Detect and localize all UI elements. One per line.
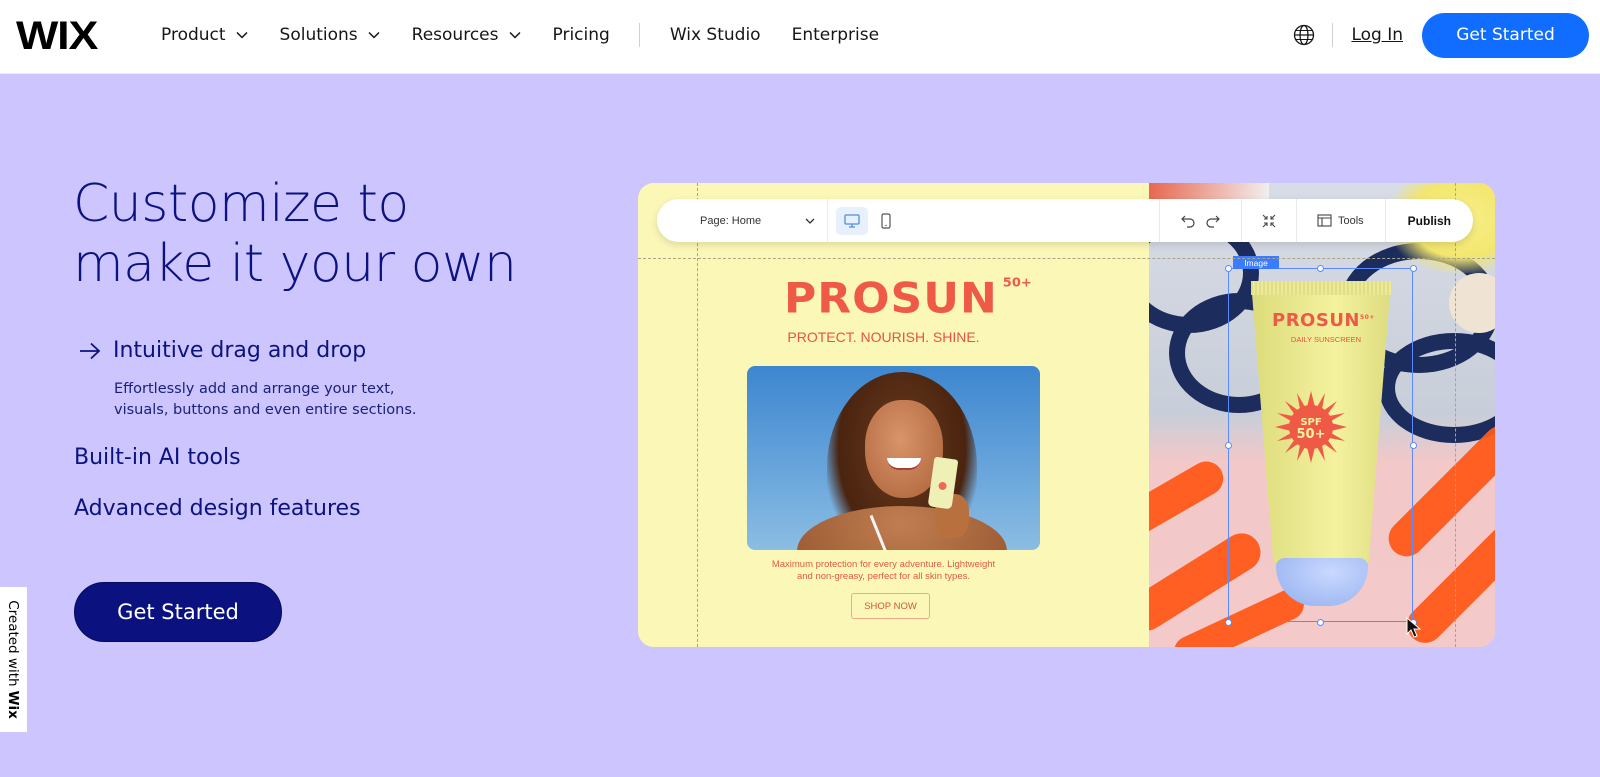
- nav-label: Pricing: [552, 25, 610, 45]
- nav-label: Wix Studio: [669, 25, 761, 45]
- feature-drag-drop[interactable]: Intuitive drag and drop: [78, 338, 366, 363]
- desktop-view-button[interactable]: [836, 206, 868, 235]
- brand-text: PROSUN: [784, 274, 998, 323]
- header-get-started-button[interactable]: Get Started: [1422, 12, 1589, 58]
- site-canvas: PROSUN 50+ PROTECT. NOURISH. SHINE. Maxim…: [638, 183, 1149, 647]
- hero-title-line1: Customize to: [73, 174, 409, 234]
- editor-preview: PROSUN 50+ PROTECT. NOURISH. SHINE. Maxim…: [638, 183, 1495, 647]
- created-with-wix-badge[interactable]: Created with Wix: [0, 587, 27, 732]
- layout-guide: [638, 258, 1495, 259]
- copy-line: Maximum protection for every adventure. …: [771, 559, 996, 570]
- globe-icon[interactable]: [1293, 24, 1315, 46]
- badge-prefix: Created with: [5, 600, 22, 687]
- nav-label: Enterprise: [791, 25, 880, 45]
- photo-shoulder: [797, 506, 1007, 550]
- toolbar-divider: [1240, 199, 1242, 242]
- nav-wix-studio[interactable]: Wix Studio: [670, 25, 761, 45]
- nav-solutions[interactable]: Solutions: [280, 25, 381, 45]
- nav-enterprise[interactable]: Enterprise: [792, 25, 879, 45]
- toolbar-divider: [827, 199, 828, 242]
- resize-handle[interactable]: [1317, 265, 1324, 272]
- selection-frame[interactable]: [1228, 268, 1413, 622]
- desktop-icon: [844, 213, 860, 228]
- publish-button[interactable]: Publish: [1408, 214, 1451, 228]
- mobile-view-button[interactable]: [876, 211, 896, 231]
- tools-button[interactable]: Tools: [1317, 214, 1364, 227]
- resize-handle[interactable]: [1410, 265, 1417, 272]
- nav-resources[interactable]: Resources: [412, 25, 522, 45]
- feature-description: Effortlessly add and arrange your text, …: [114, 381, 417, 418]
- main-nav: Product Solutions Resources Pricing Wix …: [161, 0, 910, 70]
- toolbar-divider: [1295, 199, 1297, 242]
- feature-ai-tools[interactable]: Built-in AI tools: [74, 445, 241, 470]
- feature-label: Intuitive drag and drop: [113, 338, 367, 363]
- product-photo-section: PROSUN50+ DAILY SUNSCREEN SPF 50+ Image: [1149, 183, 1495, 647]
- chevron-down-icon[interactable]: [804, 215, 816, 227]
- resize-handle[interactable]: [1225, 265, 1232, 272]
- toolbar-divider: [1384, 199, 1386, 242]
- resize-handle[interactable]: [1225, 442, 1232, 449]
- chevron-down-icon: [508, 31, 521, 39]
- nav-divider: [638, 23, 640, 47]
- site-brand-logo: PROSUN 50+: [784, 274, 1032, 323]
- resize-handle[interactable]: [1410, 442, 1417, 449]
- resize-handle[interactable]: [1317, 619, 1324, 626]
- nav-pricing[interactable]: Pricing: [553, 25, 610, 45]
- login-link[interactable]: Log In: [1351, 25, 1403, 45]
- chevron-down-icon: [236, 31, 248, 39]
- hero-get-started-button[interactable]: Get Started: [74, 582, 282, 642]
- nav-label: Resources: [411, 25, 499, 45]
- site-tagline: PROTECT. NOURISH. SHINE.: [638, 329, 1149, 345]
- chevron-down-icon: [368, 31, 380, 39]
- brand-suffix: 50+: [1002, 276, 1032, 291]
- shop-now-button[interactable]: SHOP NOW: [851, 593, 930, 619]
- model-photo: [747, 366, 1040, 550]
- mobile-icon: [881, 212, 891, 229]
- hero-title: Customize to make it your own: [73, 174, 517, 294]
- editor-toolbar: Page: Home Tools Publish: [657, 199, 1473, 242]
- hero-title-line2: make it your own: [73, 234, 517, 294]
- layout-guide: [1455, 183, 1456, 647]
- arrow-right-icon: [80, 342, 101, 359]
- undo-icon[interactable]: [1180, 213, 1196, 229]
- nav-label: Product: [161, 25, 226, 45]
- zoom-out-icon[interactable]: [1262, 214, 1276, 228]
- resize-handle[interactable]: [1225, 619, 1232, 626]
- nav-label: Solutions: [279, 25, 358, 45]
- badge-text: Created with Wix: [0, 587, 27, 732]
- top-header: WIX Product Solutions Resources Pricing …: [0, 0, 1600, 74]
- feature-design[interactable]: Advanced design features: [74, 496, 361, 521]
- site-copy: Maximum protection for every adventure. …: [638, 559, 1149, 583]
- mouse-cursor-icon: [1406, 617, 1422, 638]
- redo-icon[interactable]: [1205, 213, 1221, 229]
- tools-icon: [1317, 214, 1332, 227]
- page-selector[interactable]: Page: Home: [700, 215, 804, 227]
- header-divider: [1332, 23, 1334, 47]
- layout-guide: [697, 183, 698, 647]
- nav-product[interactable]: Product: [161, 25, 249, 45]
- wix-logo[interactable]: WIX: [16, 14, 98, 59]
- tagline-text: PROTECT. NOURISH. SHINE.: [787, 329, 980, 345]
- toolbar-divider: [1158, 199, 1160, 242]
- copy-line: and non-greasy, perfect for all skin typ…: [796, 571, 971, 582]
- tools-label: Tools: [1337, 214, 1364, 227]
- header-actions: Log In Get Started: [1293, 0, 1600, 70]
- badge-brand: Wix: [5, 690, 22, 719]
